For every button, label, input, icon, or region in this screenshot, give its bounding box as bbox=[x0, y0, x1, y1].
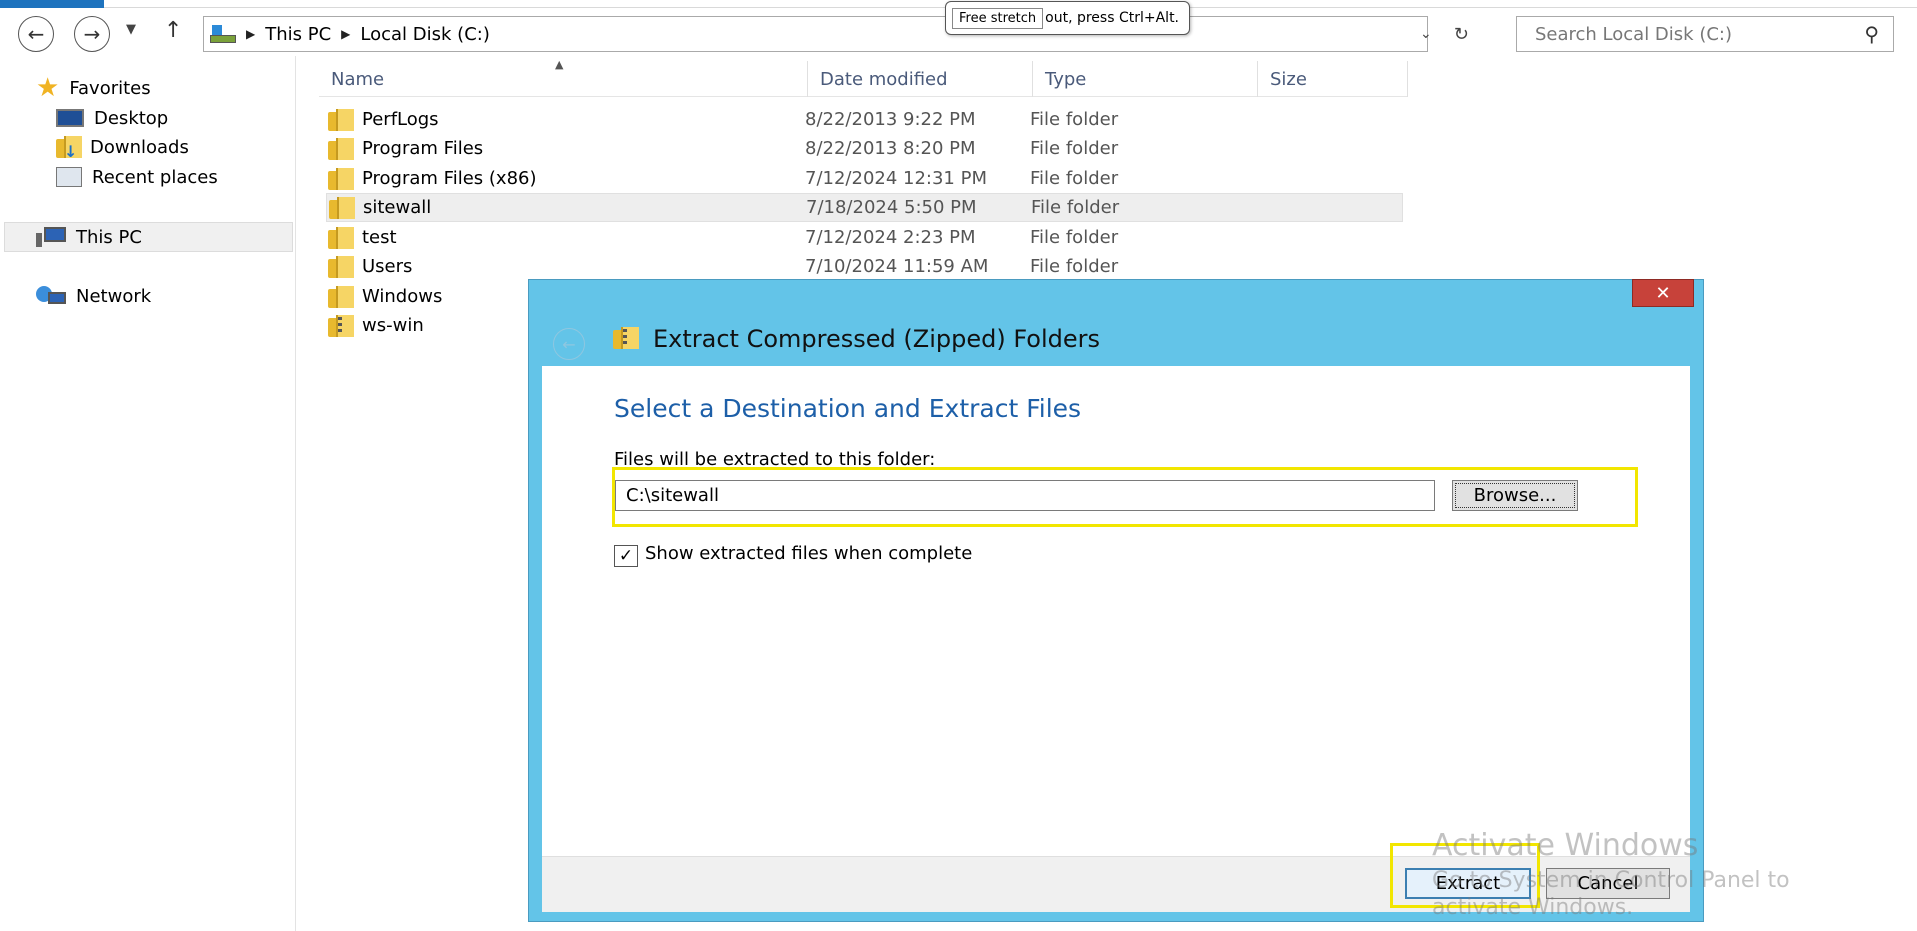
show-files-checkbox[interactable]: ✓ bbox=[614, 545, 638, 567]
back-button[interactable]: ← bbox=[18, 16, 54, 52]
search-input[interactable]: Search Local Disk (C:) bbox=[1535, 24, 1732, 45]
sidebar-item-label: Downloads bbox=[90, 136, 189, 158]
star-icon: ★ bbox=[36, 73, 60, 103]
column-header-date[interactable]: Date modified bbox=[808, 61, 1033, 97]
network-icon bbox=[36, 286, 66, 306]
activation-watermark-line: Go to System in Control Panel to bbox=[1432, 868, 1790, 893]
file-date: 7/18/2024 5:50 PM bbox=[806, 197, 977, 218]
sidebar-item-this-pc[interactable]: This PC bbox=[36, 223, 142, 251]
chevron-down-icon: ▼ bbox=[126, 22, 136, 37]
table-row-selected[interactable]: sitewall 7/18/2024 5:50 PM File folder bbox=[326, 193, 1403, 222]
folder-icon bbox=[328, 255, 354, 278]
tooltip: Free stretch out, press Ctrl+Alt. bbox=[945, 1, 1191, 35]
folder-icon bbox=[329, 196, 355, 219]
file-name: Windows bbox=[362, 286, 443, 307]
address-bar-actions: ⌄ ↻ bbox=[1420, 18, 1469, 50]
sidebar-item-label: Network bbox=[76, 285, 152, 307]
search-icon[interactable]: ⚲ bbox=[1864, 22, 1879, 46]
sidebar-item-downloads[interactable]: ↓ Downloads bbox=[56, 133, 189, 161]
folder-icon bbox=[328, 108, 354, 131]
sidebar-item-favorites[interactable]: ★ Favorites bbox=[36, 74, 151, 102]
column-header-row: Name Date modified Type Size bbox=[319, 61, 1408, 97]
file-type: File folder bbox=[1030, 109, 1119, 130]
show-files-checkbox-label[interactable]: Show extracted files when complete bbox=[645, 543, 972, 564]
file-type: File folder bbox=[1031, 197, 1120, 218]
folder-icon bbox=[328, 226, 354, 249]
sidebar-item-label: Favorites bbox=[69, 77, 151, 99]
arrow-right-icon: → bbox=[83, 22, 101, 46]
sidebar-item-recent-places[interactable]: Recent places bbox=[56, 163, 218, 191]
file-date: 8/22/2013 8:20 PM bbox=[805, 138, 976, 159]
column-header-name[interactable]: Name bbox=[319, 61, 808, 97]
file-name: test bbox=[362, 227, 397, 248]
free-stretch-button[interactable]: Free stretch bbox=[952, 7, 1044, 29]
activation-watermark-line: activate Windows. bbox=[1432, 895, 1634, 920]
address-dropdown-icon[interactable]: ⌄ bbox=[1420, 26, 1432, 42]
table-row[interactable]: test 7/12/2024 2:23 PM File folder bbox=[328, 223, 1230, 252]
file-date: 7/10/2024 11:59 AM bbox=[805, 256, 989, 277]
sidebar-item-label: Recent places bbox=[92, 166, 218, 188]
breadcrumb-local-disk[interactable]: Local Disk (C:) bbox=[360, 24, 489, 45]
recent-locations-button[interactable]: ▼ bbox=[126, 22, 136, 37]
folder-icon bbox=[328, 137, 354, 160]
file-date: 7/12/2024 12:31 PM bbox=[805, 168, 987, 189]
up-button[interactable]: ↑ bbox=[164, 18, 182, 43]
table-row[interactable]: Program Files 8/22/2013 8:20 PM File fol… bbox=[328, 134, 1230, 163]
file-date: 7/12/2024 2:23 PM bbox=[805, 227, 976, 248]
dialog-title: Extract Compressed (Zipped) Folders bbox=[653, 325, 1100, 353]
drive-icon bbox=[210, 23, 236, 45]
breadcrumb-separator[interactable]: ▶ bbox=[341, 27, 350, 41]
file-name: sitewall bbox=[363, 197, 432, 218]
tooltip-hint: out, press Ctrl+Alt. bbox=[1045, 10, 1180, 26]
file-date: 8/22/2013 9:22 PM bbox=[805, 109, 976, 130]
file-name: PerfLogs bbox=[362, 109, 439, 130]
zip-folder-icon bbox=[613, 327, 639, 349]
file-type: File folder bbox=[1030, 138, 1119, 159]
file-name: Program Files (x86) bbox=[362, 168, 537, 189]
file-name: Program Files bbox=[362, 138, 484, 159]
file-type: File folder bbox=[1030, 256, 1119, 277]
file-type: File folder bbox=[1030, 168, 1119, 189]
column-header-size[interactable]: Size bbox=[1258, 61, 1408, 97]
activation-watermark-title: Activate Windows bbox=[1432, 828, 1699, 863]
close-button[interactable]: ✕ bbox=[1632, 279, 1694, 307]
breadcrumb-separator[interactable]: ▶ bbox=[246, 27, 255, 41]
refresh-icon[interactable]: ↻ bbox=[1454, 24, 1469, 45]
forward-button[interactable]: → bbox=[74, 16, 110, 52]
close-icon: ✕ bbox=[1655, 282, 1671, 304]
sidebar-item-network[interactable]: Network bbox=[36, 282, 151, 310]
sidebar-divider bbox=[295, 56, 296, 931]
computer-icon bbox=[36, 227, 66, 247]
recent-places-icon bbox=[56, 167, 82, 187]
column-header-type[interactable]: Type bbox=[1033, 61, 1258, 97]
file-name: ws-win bbox=[362, 315, 424, 336]
checkmark-icon: ✓ bbox=[618, 546, 634, 566]
arrow-up-icon: ↑ bbox=[164, 18, 183, 43]
zip-folder-icon bbox=[328, 314, 354, 337]
arrow-left-icon: ← bbox=[562, 334, 576, 354]
sidebar-item-desktop[interactable]: Desktop bbox=[56, 104, 168, 132]
table-row[interactable]: Program Files (x86) 7/12/2024 12:31 PM F… bbox=[328, 164, 1230, 193]
sidebar-item-label: This PC bbox=[76, 226, 142, 248]
arrow-left-icon: ← bbox=[27, 22, 45, 46]
address-bar[interactable]: ▶ This PC ▶ Local Disk (C:) bbox=[203, 16, 1428, 52]
folder-icon bbox=[328, 167, 354, 190]
file-name: Users bbox=[362, 256, 413, 277]
downloads-icon: ↓ bbox=[56, 136, 82, 161]
highlight-box bbox=[612, 467, 1638, 527]
table-row[interactable]: PerfLogs 8/22/2013 9:22 PM File folder bbox=[328, 105, 1230, 134]
file-type: File folder bbox=[1030, 227, 1119, 248]
search-box[interactable]: Search Local Disk (C:) ⚲ bbox=[1516, 16, 1894, 52]
breadcrumb-this-pc[interactable]: This PC bbox=[265, 24, 331, 45]
dialog-back-button[interactable]: ← bbox=[553, 328, 585, 360]
dialog-heading: Select a Destination and Extract Files bbox=[614, 394, 1082, 423]
desktop-icon bbox=[56, 109, 84, 127]
table-row[interactable]: Users 7/10/2024 11:59 AM File folder bbox=[328, 252, 1230, 281]
dialog-body bbox=[542, 366, 1690, 856]
folder-icon bbox=[328, 285, 354, 308]
sidebar-item-label: Desktop bbox=[94, 107, 169, 129]
window-accent-bar bbox=[0, 0, 104, 8]
